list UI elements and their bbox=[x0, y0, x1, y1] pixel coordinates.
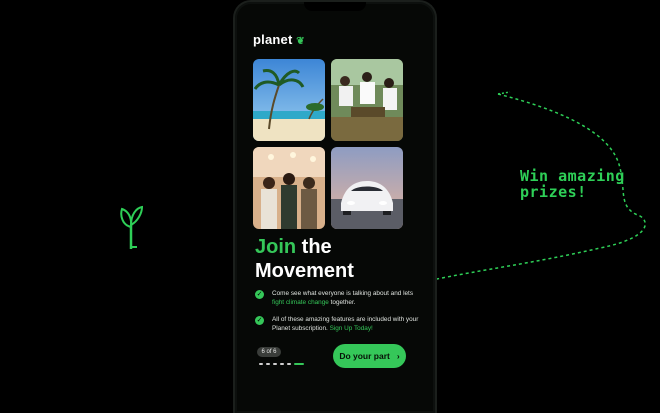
title-line2: Movement bbox=[255, 260, 354, 282]
side-caption: Win amazing prizes! bbox=[520, 168, 645, 200]
phone-mockup: planet ❦ Join the Movement ✓ Come see wh… bbox=[233, 0, 437, 413]
bullet-item: ✓ Come see what everyone is talking abou… bbox=[255, 289, 425, 307]
volunteers-image bbox=[331, 59, 403, 141]
car-image bbox=[331, 147, 403, 229]
cta-label: Do your part bbox=[339, 351, 390, 361]
app-logo: planet ❦ bbox=[253, 32, 305, 47]
chevron-right-icon: › bbox=[396, 351, 400, 361]
bullet-emphasis: fight climate change bbox=[272, 299, 329, 306]
beach-image bbox=[253, 59, 325, 141]
bullet-item: ✓ All of these amazing features are incl… bbox=[255, 315, 425, 333]
pagination-dot[interactable] bbox=[287, 363, 291, 365]
pagination-dot[interactable] bbox=[280, 363, 284, 365]
pagination-dot-active[interactable] bbox=[294, 363, 304, 365]
leaf-icon: ❦ bbox=[296, 36, 305, 47]
sprout-icon bbox=[120, 205, 144, 249]
do-your-part-button[interactable]: Do your part › bbox=[333, 344, 406, 368]
title-rest: the bbox=[296, 236, 332, 258]
pagination-dot[interactable] bbox=[266, 363, 270, 365]
bullet-text: All of these amazing features are includ… bbox=[272, 316, 419, 332]
pagination-dots bbox=[259, 363, 304, 365]
bullet-text: Come see what everyone is talking about … bbox=[272, 290, 414, 306]
page-indicator: 6 of 6 bbox=[257, 347, 281, 357]
friends-image bbox=[253, 147, 325, 229]
hero-title: Join the Movement bbox=[255, 235, 354, 283]
signup-link[interactable]: Sign Up Today! bbox=[330, 325, 373, 332]
check-icon: ✓ bbox=[255, 290, 264, 299]
phone-notch bbox=[304, 2, 366, 11]
side-caption-line1: Win amazing bbox=[520, 167, 625, 185]
title-accent: Join bbox=[255, 236, 297, 258]
image-grid bbox=[253, 59, 423, 229]
pagination-dot[interactable] bbox=[273, 363, 277, 365]
canvas: Win amazing prizes! planet ❦ Join the Mo… bbox=[0, 0, 660, 413]
side-caption-line2: prizes! bbox=[520, 183, 587, 201]
check-icon: ✓ bbox=[255, 316, 264, 325]
logo-text: planet bbox=[253, 32, 293, 47]
pagination-dot[interactable] bbox=[259, 363, 263, 365]
